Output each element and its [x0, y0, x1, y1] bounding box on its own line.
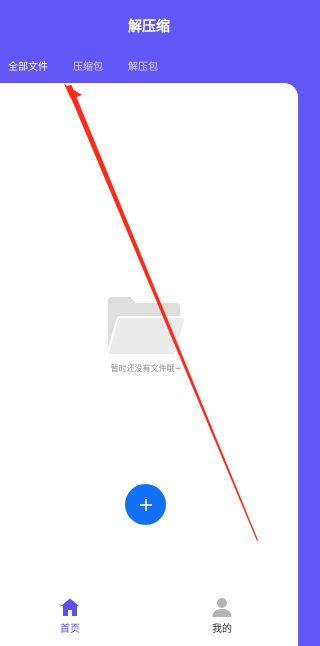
nav-mine[interactable]: 我的: [192, 597, 252, 643]
bottom-navigation: 首页 我的: [0, 585, 298, 646]
empty-folder-icon: [106, 297, 186, 355]
user-icon: [212, 598, 232, 617]
tab-all-files[interactable]: 全部文件: [8, 58, 48, 73]
tab-extracted[interactable]: 解压包: [128, 58, 158, 73]
nav-mine-label: 我的: [212, 624, 232, 635]
plus-icon: [139, 498, 152, 511]
app-header: 解压缩 全部文件 压缩包 解压包: [0, 0, 298, 85]
page-title: 解压缩: [128, 19, 170, 35]
tab-bar: 全部文件 压缩包 解压包: [0, 58, 298, 76]
home-icon: [61, 598, 79, 616]
tab-archives[interactable]: 压缩包: [73, 58, 103, 73]
nav-home[interactable]: 首页: [40, 597, 100, 643]
nav-home-label: 首页: [60, 624, 80, 635]
file-list-area: 暂时还没有文件哦~: [0, 83, 298, 646]
empty-state-message: 暂时还没有文件哦~: [110, 364, 182, 373]
add-file-button[interactable]: [125, 484, 166, 525]
